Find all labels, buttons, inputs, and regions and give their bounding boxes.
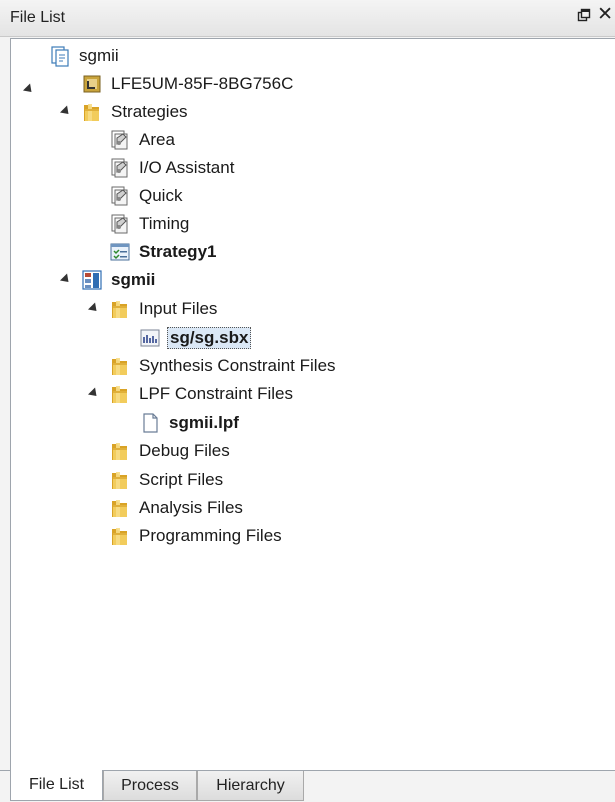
tree-item-label: I/O Assistant: [139, 158, 235, 177]
tab-file-list[interactable]: File List: [10, 770, 103, 801]
tree-item-label: sgmii: [111, 270, 156, 289]
tree-item-label: Script Files: [139, 470, 224, 489]
expand-arrow-icon[interactable]: [87, 302, 101, 316]
pin-icon[interactable]: [577, 8, 591, 22]
tree-item-folder[interactable]: Synthesis Constraint Files: [109, 354, 336, 378]
folder-icon: [109, 383, 131, 405]
strategy-icon: [109, 213, 131, 235]
tab-process[interactable]: Process: [103, 771, 197, 801]
tree-item-folder[interactable]: Input Files: [87, 297, 217, 321]
tree-item-label: Debug Files: [139, 441, 230, 460]
expand-arrow-icon[interactable]: [87, 387, 101, 401]
tree-item-folder[interactable]: Debug Files: [109, 439, 230, 463]
folder-icon: [109, 298, 131, 320]
chip-icon: [81, 73, 103, 95]
tree-item-folder[interactable]: Script Files: [109, 468, 223, 492]
tree-item-implementation[interactable]: sgmii: [59, 268, 155, 292]
tab-bar: File List Process Hierarchy: [0, 770, 615, 802]
file-tree[interactable]: sgmii LFE5UM-85F-8BG756C Strategies Area…: [10, 38, 615, 771]
tree-item-label: Quick: [139, 186, 183, 205]
folder-icon: [81, 101, 103, 123]
folder-icon: [109, 355, 131, 377]
tree-item-strategy[interactable]: I/O Assistant: [109, 156, 234, 180]
tree-item-label: sgmii.lpf: [169, 413, 239, 432]
project-icon: [49, 45, 71, 67]
tree-item-project[interactable]: sgmii: [49, 44, 119, 68]
tab-label: Hierarchy: [216, 776, 285, 794]
tree-item-active-strategy[interactable]: Strategy1: [109, 240, 216, 264]
panel-titlebar: File List ✕: [0, 0, 615, 37]
active-strategy-icon: [109, 241, 131, 263]
panel-title: File List: [10, 9, 66, 26]
tree-item-label: LFE5UM-85F-8BG756C: [111, 74, 294, 93]
tree-item-folder[interactable]: Analysis Files: [109, 496, 243, 520]
tree-item-strategy[interactable]: Quick: [109, 184, 182, 208]
expand-arrow-icon[interactable]: [22, 83, 36, 96]
tree-item-label: Area: [139, 130, 175, 149]
tree-item-file-selected[interactable]: sg/sg.sbx: [139, 326, 252, 350]
folder-icon: [109, 497, 131, 519]
tree-item-folder[interactable]: Programming Files: [109, 524, 282, 548]
document-icon: [139, 412, 161, 434]
tree-item-strategy[interactable]: Area: [109, 128, 175, 152]
tree-item-device[interactable]: LFE5UM-85F-8BG756C: [81, 72, 293, 96]
tree-item-label: Analysis Files: [139, 498, 243, 517]
tree-item-strategy[interactable]: Timing: [109, 212, 189, 236]
tree-item-label: Strategy1: [139, 242, 217, 261]
file-list-panel: File List ✕ sgmii LFE5UM-85F-8BG756C Str…: [0, 0, 615, 802]
tree-item-label: Synthesis Constraint Files: [139, 356, 336, 375]
expand-arrow-icon[interactable]: [59, 273, 73, 287]
tab-hierarchy[interactable]: Hierarchy: [197, 771, 304, 801]
implementation-icon: [81, 269, 103, 291]
tree-item-label: Input Files: [139, 299, 218, 318]
tree-item-strategies[interactable]: Strategies: [59, 100, 188, 124]
tree-item-label: sgmii: [79, 46, 119, 65]
tree-item-file[interactable]: sgmii.lpf: [139, 411, 239, 435]
tree-item-label: LPF Constraint Files: [139, 384, 293, 403]
close-icon[interactable]: ✕: [597, 5, 613, 24]
tree-item-label: Strategies: [111, 102, 188, 121]
tree-item-label: Programming Files: [139, 526, 282, 545]
expand-arrow-icon[interactable]: [59, 105, 73, 119]
folder-icon: [109, 440, 131, 462]
strategy-icon: [109, 185, 131, 207]
sbx-file-icon: [139, 327, 161, 349]
strategy-icon: [109, 157, 131, 179]
folder-icon: [109, 469, 131, 491]
tree-item-folder[interactable]: LPF Constraint Files: [87, 382, 293, 406]
tree-item-label: sg/sg.sbx: [167, 327, 252, 349]
strategy-icon: [109, 129, 131, 151]
tab-label: Process: [121, 776, 179, 794]
folder-icon: [109, 525, 131, 547]
tree-item-label: Timing: [139, 214, 190, 233]
tab-label: File List: [28, 776, 85, 793]
